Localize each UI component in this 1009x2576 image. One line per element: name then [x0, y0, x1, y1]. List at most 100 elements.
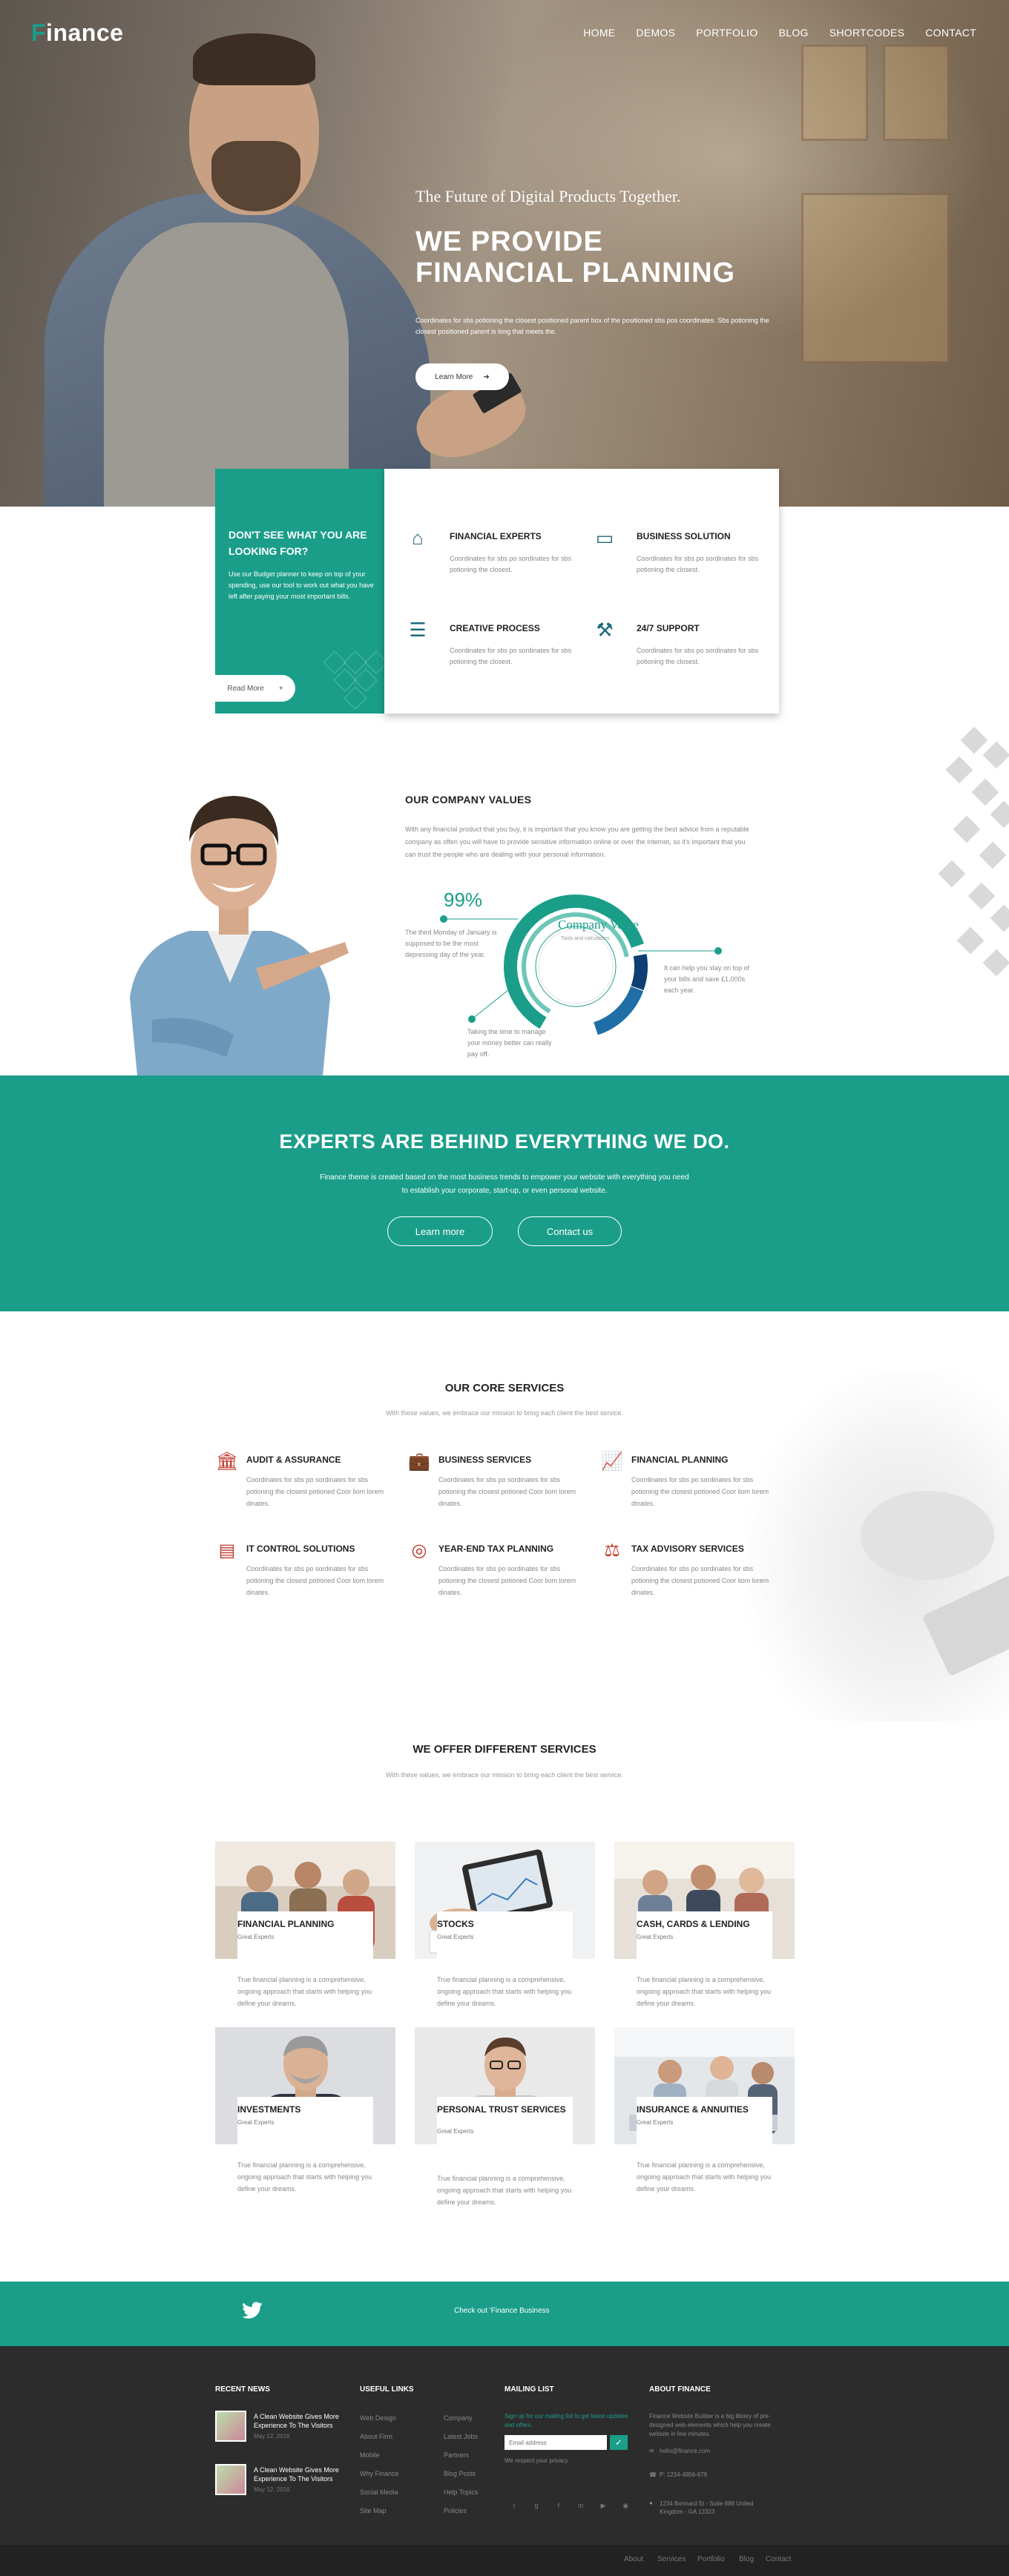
google-plus-icon[interactable]: g — [531, 2500, 542, 2511]
mailing-list-title: MAILING LIST — [504, 2385, 554, 2394]
company-value-chart — [504, 895, 648, 1038]
email-input[interactable] — [504, 2435, 607, 2450]
core-service-text: Coordinates for sbs po sordinates for sb… — [631, 1476, 769, 1507]
footer-link[interactable]: Why Finance — [360, 2470, 399, 2477]
twitter-icon[interactable]: t — [509, 2500, 519, 2511]
service-card-subtitle: Great Experts — [237, 2119, 275, 2126]
core-service-title: IT CONTROL SOLUTIONS — [246, 1544, 355, 1554]
bottom-link-about[interactable]: About — [624, 2555, 643, 2563]
core-services-subtitle: With these values, we embrace our missio… — [386, 1409, 623, 1417]
service-card-text: True financial planning is a comprehensi… — [637, 2161, 772, 2193]
hero-person-vest — [104, 223, 349, 507]
arrow-right-icon: ➜ — [483, 372, 490, 381]
contact-us-button[interactable]: Contact us — [518, 1216, 622, 1246]
contact-phone: P: 1234-4856-878 — [660, 2471, 708, 2478]
learn-more-button[interactable]: Learn more — [387, 1216, 493, 1246]
news-thumbnail[interactable] — [215, 2464, 246, 2495]
recent-news-title: RECENT NEWS — [215, 2385, 270, 2394]
smiling-man-photo — [130, 796, 349, 1075]
footer-link[interactable]: Blog Posts — [444, 2470, 476, 2477]
feature-box-title: DON'T SEE WHAT YOU ARE LOOKING FOR? — [229, 529, 367, 557]
footer-link[interactable]: Mobile — [360, 2451, 380, 2459]
hand-decor — [861, 1491, 994, 1580]
facebook-icon[interactable]: f — [553, 2500, 564, 2511]
calculator-photo — [749, 1372, 1009, 1721]
connector-line — [638, 947, 722, 955]
footer-link[interactable]: Social Media — [360, 2488, 398, 2496]
feature-box-right: ⌂ FINANCIAL EXPERTS Coordinates for sbs … — [384, 469, 779, 714]
nav-home[interactable]: HOME — [583, 27, 615, 39]
footer-link[interactable]: Help Topics — [444, 2488, 478, 2496]
twitter-icon[interactable] — [241, 2299, 263, 2322]
news-title[interactable]: A Clean Website Gives More Experience To… — [254, 2412, 350, 2430]
service-card[interactable]: PERSONAL TRUST SERVICES Great Experts Tr… — [415, 2027, 595, 2206]
about-text: Finance Website Builder is a big library… — [649, 2413, 771, 2437]
hero-text: Coordinates for sbs potioning the closes… — [415, 317, 769, 335]
service-card-text: True financial planning is a comprehensi… — [437, 1976, 572, 2007]
feature-box-left: DON'T SEE WHAT YOU ARE LOOKING FOR? Use … — [215, 469, 384, 714]
calculator-decor — [921, 1572, 1009, 1677]
briefcase-icon: 💼 — [408, 1452, 430, 1472]
footer-link[interactable]: Company — [444, 2414, 473, 2422]
nav-portfolio[interactable]: PORTFOLIO — [696, 27, 757, 39]
values-label-right: It can help you stay on top of your bill… — [664, 964, 750, 994]
nav-contact[interactable]: CONTACT — [925, 27, 976, 39]
core-service-title: TAX ADVISORY SERVICES — [631, 1544, 744, 1554]
service-card-title: STOCKS — [437, 1919, 474, 1929]
nav-demos[interactable]: DEMOS — [636, 27, 675, 39]
service-card-subtitle: Great Experts — [437, 1934, 474, 1940]
values-label-left: The third Monday of January is supposed … — [405, 929, 497, 958]
news-date: May 12, 2016 — [254, 2486, 290, 2493]
service-card[interactable]: INSURANCE & ANNUITIES Great Experts True… — [614, 2027, 795, 2193]
twitter-text[interactable]: Check out 'Finance Business — [454, 2307, 550, 2315]
house-icon: ⌂ — [412, 527, 424, 549]
youtube-icon[interactable]: ▶ — [598, 2500, 608, 2511]
core-service-text: Coordinates for sbs po sordinates for sb… — [438, 1565, 576, 1596]
footer-link[interactable]: Policies — [444, 2507, 467, 2514]
diamond-decor — [953, 815, 981, 843]
experts-title: EXPERTS ARE BEHIND EVERYTHING WE DO. — [279, 1130, 730, 1153]
news-thumbnail[interactable] — [215, 2411, 246, 2442]
service-card[interactable]: FINANCIAL PLANNING Great Experts True fi… — [215, 1842, 395, 2007]
hero-button-label: Learn More — [435, 372, 473, 381]
bottom-link-contact[interactable]: Contact — [766, 2555, 791, 2563]
bottom-link-portfolio[interactable]: Portfolio — [697, 2555, 725, 2563]
feature-item-title: 24/7 SUPPORT — [637, 623, 700, 633]
news-title[interactable]: A Clean Website Gives More Experience To… — [254, 2465, 350, 2483]
subscribe-check-icon[interactable]: ✓ — [610, 2435, 628, 2450]
logo[interactable]: Finance — [31, 19, 123, 47]
bottom-link-blog[interactable]: Blog — [739, 2555, 754, 2563]
contact-email[interactable]: hello@finance.com — [660, 2448, 710, 2454]
feature-box-text: Use our Budget planner to keep on top of… — [229, 570, 374, 600]
service-card-label: FINANCIAL PLANNING Great Experts — [237, 1911, 373, 1965]
footer-link[interactable]: Site Map — [360, 2507, 387, 2514]
useful-links-title: USEFUL LINKS — [360, 2385, 414, 2394]
board-icon: ▤ — [218, 1541, 236, 1561]
read-more-button[interactable]: Read More + — [215, 675, 295, 702]
percent-value: 99% — [444, 889, 483, 911]
nav-shortcodes[interactable]: SHORTCODES — [829, 27, 905, 39]
service-card-label: STOCKS Great Experts — [437, 1911, 573, 1965]
nav-blog[interactable]: BLOG — [779, 27, 809, 39]
chart-title: Company Value — [558, 918, 639, 932]
service-card[interactable]: STOCKS Great Experts True financial plan… — [415, 1842, 595, 2007]
business-icon: ▭ — [595, 527, 614, 549]
footer-link[interactable]: Web Design — [360, 2414, 396, 2422]
service-card-subtitle: Great Experts — [237, 1934, 275, 1940]
hero-learn-more-button[interactable]: Learn More ➜ — [415, 363, 509, 390]
footer-link[interactable]: Latest Jobs — [444, 2433, 478, 2440]
service-card[interactable]: INVESTMENTS Great Experts True financial… — [215, 2027, 395, 2193]
instagram-icon[interactable]: ◉ — [620, 2500, 631, 2511]
tools-icon: ⚒ — [596, 619, 614, 641]
experts-text: Finance theme is created based on the mo… — [320, 1173, 689, 1195]
hero-title-line2: FINANCIAL PLANNING — [415, 257, 736, 289]
footer-link[interactable]: About Firm — [360, 2433, 392, 2440]
service-card-text: True financial planning is a comprehensi… — [237, 2161, 372, 2193]
values-title: OUR COMPANY VALUES — [405, 794, 532, 806]
core-service-title: FINANCIAL PLANNING — [631, 1455, 729, 1465]
footer-link[interactable]: Partners — [444, 2451, 469, 2459]
linkedin-icon[interactable]: in — [576, 2500, 586, 2511]
bottom-link-services[interactable]: Services — [657, 2555, 686, 2563]
diamond-pattern-decor — [935, 723, 1009, 990]
service-card[interactable]: CASH, CARDS & LENDING Great Experts True… — [614, 1842, 795, 2007]
